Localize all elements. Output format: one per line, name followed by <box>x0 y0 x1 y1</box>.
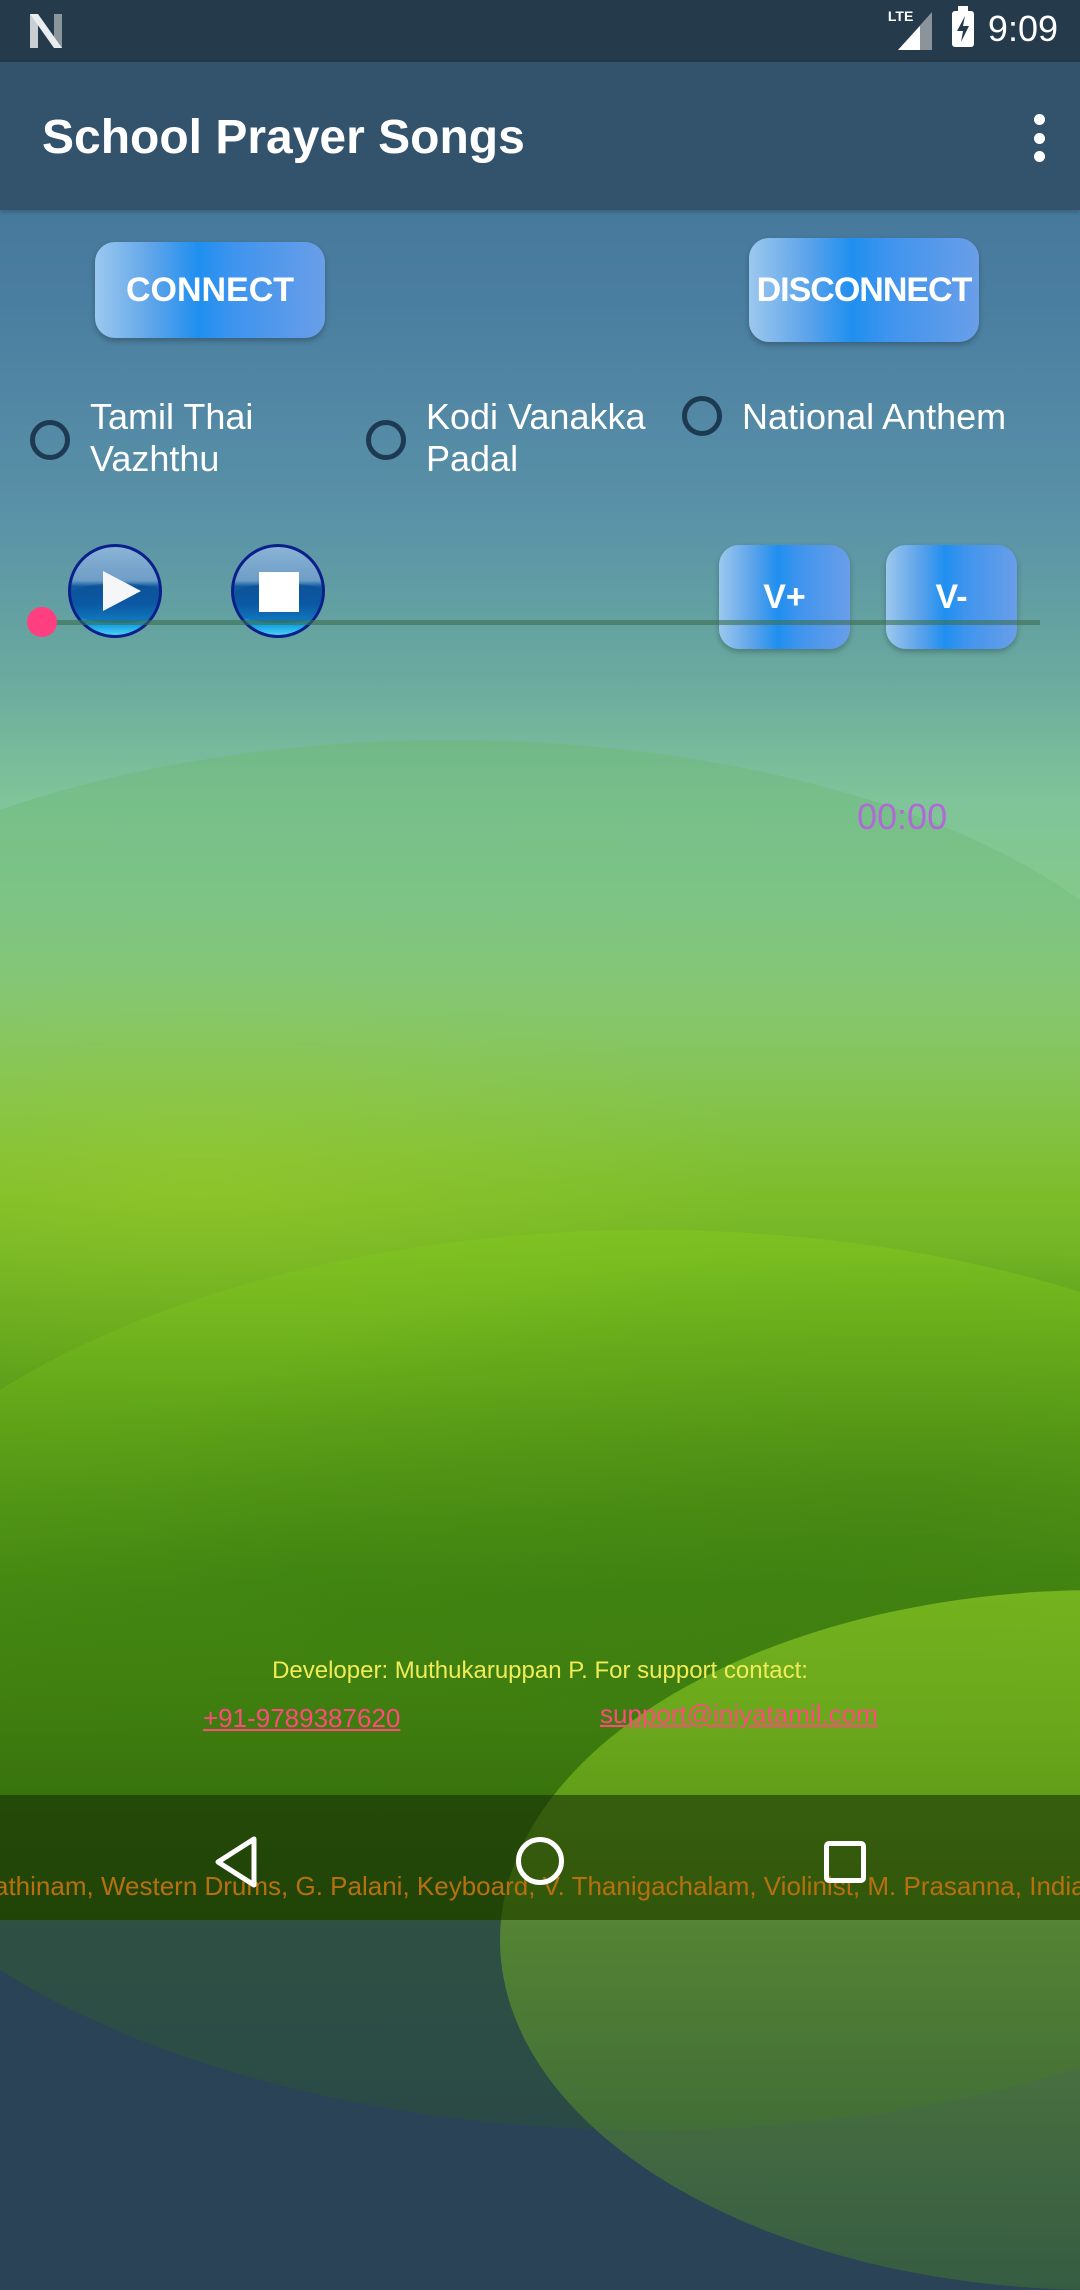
developer-credit: Developer: Muthukaruppan P. For support … <box>272 1657 808 1684</box>
home-icon[interactable] <box>516 1837 564 1885</box>
status-bar: LTE 9:09 <box>0 0 1080 62</box>
email-link[interactable]: support@iniyatamil.com <box>600 1699 878 1730</box>
main-content: CONNECT DISCONNECT Tamil Thai Vazhthu Ko… <box>0 210 1080 1795</box>
signal-icon: LTE <box>888 8 938 50</box>
disconnect-button[interactable]: DISCONNECT <box>749 238 979 342</box>
radio-circle[interactable] <box>30 420 70 460</box>
seek-thumb[interactable] <box>27 607 57 637</box>
back-icon[interactable] <box>212 1835 260 1894</box>
phone-link[interactable]: +91-9789387620 <box>203 1703 400 1734</box>
radio-circle[interactable] <box>682 396 722 436</box>
radio-label: Kodi Vanakka Padal <box>426 396 646 479</box>
radio-label: Tamil Thai Vazhthu <box>90 396 254 479</box>
radio-tamil-thai-vazhthu[interactable]: Tamil Thai Vazhthu <box>30 396 253 480</box>
app-bar: School Prayer Songs <box>0 62 1080 210</box>
more-vert-icon[interactable] <box>1024 114 1054 162</box>
status-time: 9:09 <box>987 8 1058 49</box>
connect-button[interactable]: CONNECT <box>95 242 325 338</box>
recents-icon[interactable] <box>824 1841 866 1883</box>
battery-charging-icon <box>951 6 974 47</box>
radio-kodi-vanakka-padal[interactable]: Kodi Vanakka Padal <box>366 396 645 480</box>
navigation-bar: athinam, Western Drums, G. Palani, Keybo… <box>0 1795 1080 1920</box>
radio-label: National Anthem <box>742 396 1007 437</box>
app-title: School Prayer Songs <box>42 111 525 164</box>
radio-national-anthem[interactable]: National Anthem <box>682 386 1007 438</box>
n-logo-icon <box>28 14 64 48</box>
radio-circle[interactable] <box>366 420 406 460</box>
elapsed-time: 00:00 <box>857 796 948 837</box>
seek-bar[interactable] <box>26 602 1040 642</box>
seek-track[interactable] <box>42 620 1040 625</box>
